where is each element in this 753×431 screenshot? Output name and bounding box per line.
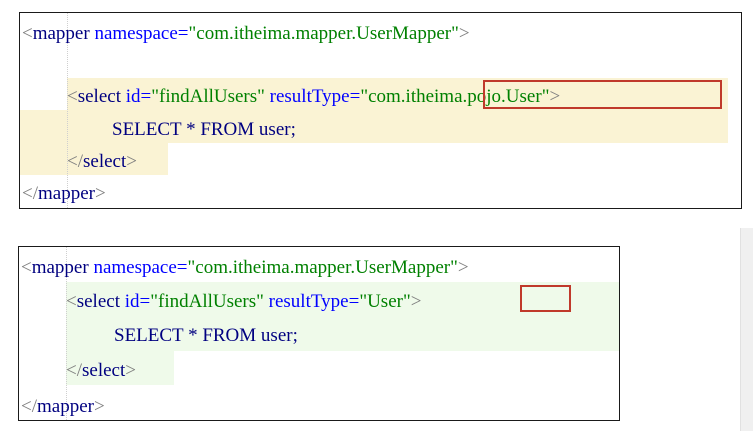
tag-mapper: mapper: [38, 182, 95, 204]
angle-close: >: [126, 150, 137, 172]
quote-close: ": [541, 85, 550, 107]
id-value: "findAllUsers": [150, 290, 264, 312]
angle-close: >: [549, 85, 561, 107]
tag-mapper: mapper: [31, 256, 89, 278]
angle-open: </: [21, 395, 37, 417]
code-line-mapper-open[interactable]: < mapper namespace = "com.itheima.mapper…: [21, 255, 619, 279]
tag-mapper: mapper: [32, 22, 90, 44]
code-panel-after: < mapper namespace = "com.itheima.mapper…: [18, 246, 620, 421]
sql-statement: SELECT * FROM user;: [112, 118, 296, 140]
quote-open: ": [359, 290, 368, 312]
angle-close: >: [94, 182, 106, 204]
equals-sign: =: [177, 22, 189, 44]
code-line-sql[interactable]: SELECT * FROM user;: [112, 117, 741, 141]
equals-sign: =: [139, 290, 151, 312]
code-line-mapper-close[interactable]: </ mapper >: [21, 394, 619, 418]
code-line-select-close[interactable]: </ select >: [67, 149, 741, 173]
window-edge-scrollbar[interactable]: [740, 228, 753, 431]
tag-select: select: [77, 85, 121, 107]
equals-sign: =: [348, 290, 360, 312]
angle-close: >: [93, 395, 105, 417]
tag-select: select: [83, 150, 127, 172]
attr-id: id: [125, 85, 141, 107]
attr-resulttype: resultType: [268, 290, 349, 312]
resulttype-value-full: com.itheima.pojo.User: [368, 85, 542, 107]
code-line-sql[interactable]: SELECT * FROM user;: [114, 323, 619, 347]
tag-select: select: [76, 290, 120, 312]
equals-sign: =: [349, 85, 361, 107]
attr-namespace: namespace: [94, 22, 178, 44]
attr-resulttype: resultType: [269, 85, 350, 107]
code-line-select-open[interactable]: < select id = "findAllUsers" resultType …: [66, 289, 619, 313]
angle-close: >: [458, 22, 470, 44]
code-line-mapper-close[interactable]: </ mapper >: [22, 181, 741, 205]
namespace-value: "com.itheima.mapper.UserMapper": [187, 256, 458, 278]
equals-sign: =: [140, 85, 152, 107]
angle-close: >: [457, 256, 469, 278]
equals-sign: =: [176, 256, 188, 278]
angle-open: </: [67, 150, 83, 172]
angle-open: <: [21, 256, 32, 278]
id-value: "findAllUsers": [151, 85, 265, 107]
attr-namespace: namespace: [93, 256, 177, 278]
namespace-value: "com.itheima.mapper.UserMapper": [188, 22, 459, 44]
angle-open: <: [22, 22, 33, 44]
sql-statement: SELECT * FROM user;: [114, 324, 298, 346]
angle-open: </: [66, 359, 82, 381]
code-line-select-close[interactable]: </ select >: [66, 358, 619, 382]
quote-open: ": [360, 85, 369, 107]
resulttype-value-alias: User: [367, 290, 403, 312]
tag-select: select: [82, 359, 126, 381]
angle-close: >: [125, 359, 136, 381]
quote-close: ": [402, 290, 411, 312]
code-panel-before: < mapper namespace = "com.itheima.mapper…: [19, 12, 742, 209]
angle-open: </: [22, 182, 38, 204]
attr-id: id: [124, 290, 140, 312]
code-line-select-open[interactable]: < select id = "findAllUsers" resultType …: [67, 84, 741, 108]
angle-open: <: [66, 290, 77, 312]
angle-close: >: [410, 290, 422, 312]
tag-mapper: mapper: [37, 395, 94, 417]
angle-open: <: [67, 85, 78, 107]
code-line-mapper-open[interactable]: < mapper namespace = "com.itheima.mapper…: [22, 21, 741, 45]
